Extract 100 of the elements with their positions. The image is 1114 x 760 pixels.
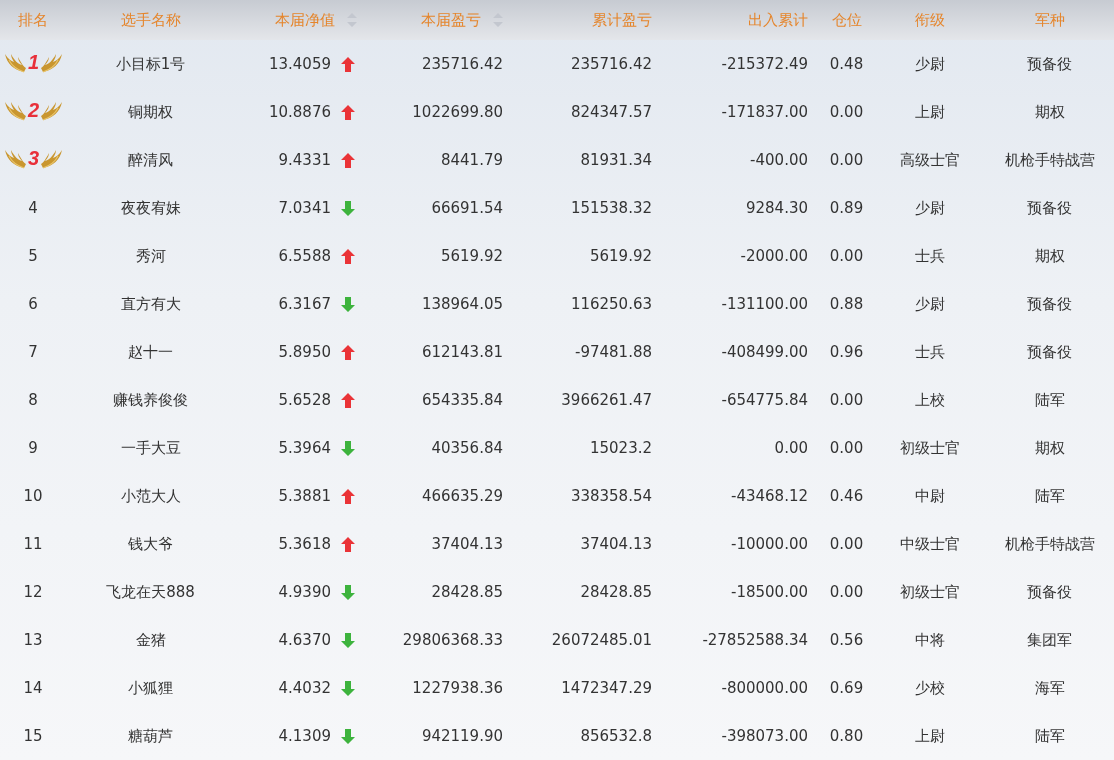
table-cell: -408499.00 <box>721 342 808 361</box>
table-cell: 138964.05 <box>421 294 503 313</box>
table-cell: 15023.2 <box>589 438 652 457</box>
net-value: 9.4331 <box>278 150 331 169</box>
player-name: 飞龙在天888 <box>106 582 195 601</box>
rank-number: 13 <box>23 630 43 649</box>
rank-number: 11 <box>23 534 43 553</box>
table-cell: -398073.00 <box>721 726 808 745</box>
table-cell: -800000.00 <box>721 678 808 697</box>
table-cell: 中级士官 <box>900 534 960 553</box>
table-cell: 235716.42 <box>570 54 652 73</box>
table-cell: 上尉 <box>915 726 945 745</box>
table-cell: 0.00 <box>829 582 864 601</box>
table-cell: 942119.90 <box>421 726 503 745</box>
net-value: 4.4032 <box>278 678 331 697</box>
net-value: 13.4059 <box>268 54 331 73</box>
player-name: 钱大爷 <box>128 534 173 553</box>
rank-number: 14 <box>23 678 43 697</box>
net-value: 5.3618 <box>278 534 331 553</box>
table-cell: 856532.8 <box>580 726 652 745</box>
table-cell: 1022699.80 <box>412 102 503 121</box>
table-cell: 海军 <box>1034 678 1065 697</box>
table-cell: -27852588.34 <box>702 630 808 649</box>
net-value: 6.3167 <box>278 294 331 313</box>
table-cell: 机枪手特战营 <box>1004 150 1095 169</box>
net-value: 4.9390 <box>278 582 331 601</box>
table-cell: -131100.00 <box>721 294 808 313</box>
table-cell: -215372.49 <box>721 54 808 73</box>
table-cell: 高级士官 <box>900 150 960 169</box>
table-cell: 预备役 <box>1027 342 1072 361</box>
table-cell: 0.56 <box>829 630 864 649</box>
rank-number: 9 <box>28 438 38 457</box>
table-cell: 824347.57 <box>570 102 652 121</box>
player-name: 小狐狸 <box>128 678 173 697</box>
sort-icon[interactable] <box>493 12 503 29</box>
table-cell: 0.00 <box>829 150 864 169</box>
net-value: 4.1309 <box>278 726 331 745</box>
table-cell: 陆军 <box>1034 390 1065 409</box>
table-cell: -10000.00 <box>731 534 808 553</box>
table-cell: 0.00 <box>829 102 864 121</box>
net-value: 10.8876 <box>268 102 331 121</box>
table-cell: 0.00 <box>829 534 864 553</box>
rank-number: 15 <box>23 726 43 745</box>
table-cell: 5619.92 <box>589 246 652 265</box>
player-name: 小目标1号 <box>115 54 186 73</box>
table-cell: 3966261.47 <box>561 390 652 409</box>
table-cell: 466635.29 <box>421 486 503 505</box>
table-cell: 654335.84 <box>421 390 503 409</box>
table-cell: 66691.54 <box>431 198 503 217</box>
table-cell: 上校 <box>915 390 945 409</box>
table-cell: 少尉 <box>915 198 945 217</box>
table-cell: 预备役 <box>1027 198 1072 217</box>
rank-number: 6 <box>28 294 38 313</box>
player-name: 金猪 <box>135 630 166 649</box>
table-cell: 陆军 <box>1034 726 1065 745</box>
table-cell: 期权 <box>1034 102 1065 121</box>
table-cell: 初级士官 <box>900 438 960 457</box>
table-cell: 0.88 <box>829 294 864 313</box>
column-header: 选手名称 <box>120 9 181 31</box>
table-cell: 预备役 <box>1027 54 1072 73</box>
table-cell: 28428.85 <box>431 582 503 601</box>
table-cell: 0.80 <box>829 726 864 745</box>
table-cell: 26072485.01 <box>551 630 652 649</box>
net-value: 6.5588 <box>278 246 331 265</box>
column-header: 衔级 <box>915 9 945 31</box>
net-value: 4.6370 <box>278 630 331 649</box>
table-cell: 28428.85 <box>580 582 652 601</box>
table-cell: 0.00 <box>829 438 864 457</box>
table-cell: 9284.30 <box>745 198 808 217</box>
table-cell: 0.00 <box>829 390 864 409</box>
table-cell: 少校 <box>915 678 945 697</box>
rank-number: 8 <box>28 390 38 409</box>
rank-number: 7 <box>28 342 38 361</box>
table-cell: 338358.54 <box>570 486 652 505</box>
table-cell: 40356.84 <box>431 438 503 457</box>
table-cell: 中将 <box>915 630 945 649</box>
table-cell: -171837.00 <box>721 102 808 121</box>
net-value: 7.0341 <box>278 198 331 217</box>
rank-number: 4 <box>28 198 38 217</box>
table-cell: -654775.84 <box>721 390 808 409</box>
rank-number: 2 <box>28 98 40 124</box>
net-value: 5.8950 <box>278 342 331 361</box>
rank-number: 12 <box>23 582 43 601</box>
table-cell: 0.00 <box>774 438 808 457</box>
rank-number: 1 <box>28 50 40 76</box>
sort-icon[interactable] <box>347 12 357 29</box>
table-cell: 士兵 <box>915 342 945 361</box>
column-header: 出入累计 <box>748 9 808 31</box>
table-cell: 机枪手特战营 <box>1004 534 1095 553</box>
rank-number: 10 <box>23 486 43 505</box>
player-name: 小范大人 <box>120 486 181 505</box>
table-cell: 少尉 <box>915 294 945 313</box>
rank-number: 3 <box>28 146 40 172</box>
net-value: 5.3964 <box>278 438 331 457</box>
table-cell: 陆军 <box>1034 486 1065 505</box>
table-cell: 1227938.36 <box>412 678 503 697</box>
player-name: 赚钱养俊俊 <box>113 390 188 409</box>
column-header: 仓位 <box>831 9 862 31</box>
table-cell: -97481.88 <box>575 342 652 361</box>
player-name: 糖葫芦 <box>128 726 173 745</box>
